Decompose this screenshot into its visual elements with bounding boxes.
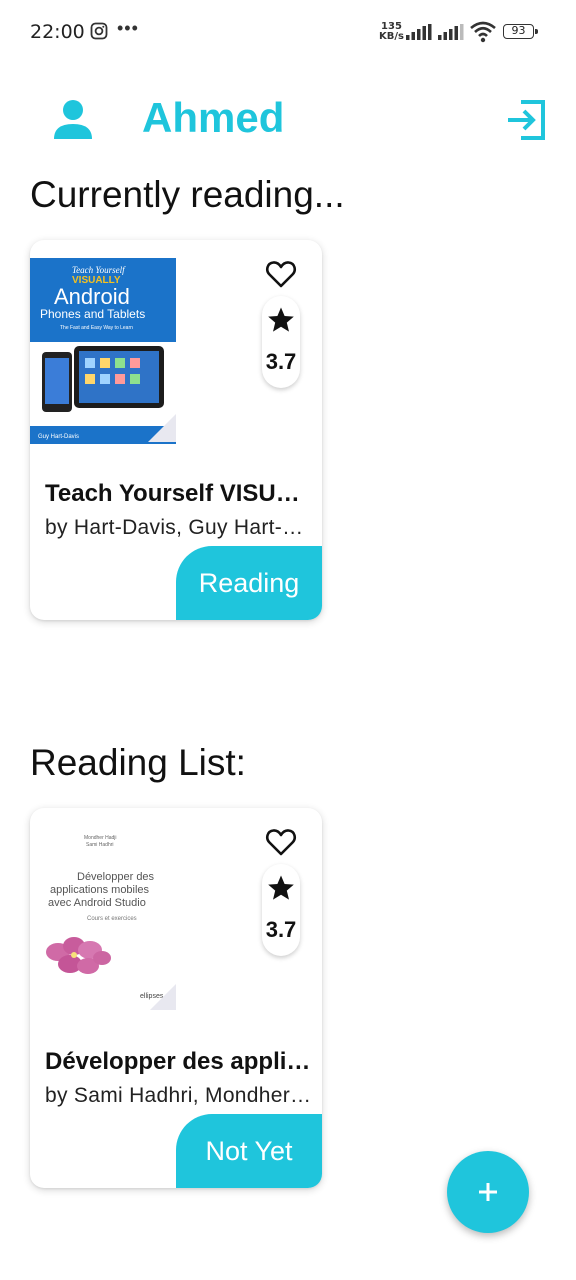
star-icon bbox=[268, 307, 294, 332]
cover-author-1: Mondher Hadji bbox=[84, 835, 117, 841]
book-title: Développer des applications mobiles avec… bbox=[45, 1048, 315, 1075]
star-icon bbox=[268, 875, 294, 900]
plus-icon bbox=[479, 1183, 497, 1201]
book-author: by Hart-Davis, Guy Hart-Davis bbox=[45, 516, 315, 539]
username: Ahmed bbox=[142, 94, 285, 141]
rating-value: 3.7 bbox=[265, 917, 297, 942]
cover-series: Teach Yourself bbox=[72, 265, 126, 275]
cover-publisher: ellipses bbox=[140, 993, 164, 1000]
section-title-currently-reading: Currently reading... bbox=[30, 174, 345, 215]
section-title-reading-list: Reading List: bbox=[30, 742, 246, 783]
add-book-button[interactable] bbox=[447, 1151, 529, 1233]
cover-subtitle: Cours et exercices bbox=[87, 916, 137, 922]
rating-badge: 3.7 bbox=[262, 864, 300, 956]
network-speed-unit: KB/s bbox=[379, 31, 404, 42]
heart-icon[interactable] bbox=[265, 826, 297, 858]
book-card-reading-list[interactable]: Mondher Hadji Sami Hadhri Développer des… bbox=[30, 808, 322, 1188]
instagram-icon bbox=[90, 22, 108, 40]
signal-icon bbox=[438, 24, 464, 40]
more-dots-icon: ••• bbox=[117, 18, 139, 38]
status-bar: 22:00 ••• 135 KB/s 93 bbox=[0, 0, 576, 64]
user-icon[interactable] bbox=[52, 99, 94, 141]
cover-title-1: Android bbox=[54, 284, 130, 309]
cover-author-2: Sami Hadhri bbox=[86, 842, 114, 848]
cover-title-2: Phones and Tablets bbox=[40, 307, 145, 321]
cover-tagline: The Fast and Easy Way to Learn bbox=[60, 325, 133, 331]
rating-value: 3.7 bbox=[265, 349, 297, 374]
book-card-currently-reading[interactable]: Teach Yourself VISUALLY Android Phones a… bbox=[30, 240, 322, 620]
logout-icon[interactable] bbox=[505, 99, 547, 141]
wifi-icon bbox=[470, 21, 496, 43]
cover-title-3: avec Android Studio bbox=[48, 897, 146, 909]
reading-status-button[interactable]: Reading bbox=[176, 546, 322, 620]
cover-author: Guy Hart-Davis bbox=[38, 434, 79, 440]
battery-icon: 93 bbox=[503, 24, 538, 39]
rating-badge: 3.7 bbox=[262, 296, 300, 388]
status-time: 22:00 bbox=[30, 21, 85, 43]
cover-title-2: applications mobiles bbox=[50, 884, 150, 896]
reading-status-button[interactable]: Not Yet bbox=[176, 1114, 322, 1188]
book-title: Teach Yourself VISUALLY Android Phones a… bbox=[45, 480, 315, 507]
book-author: by Sami Hadhri, Mondher Hadji bbox=[45, 1084, 315, 1107]
signal-icon bbox=[406, 24, 432, 40]
book-cover: Teach Yourself VISUALLY Android Phones a… bbox=[30, 258, 176, 444]
heart-icon[interactable] bbox=[265, 258, 297, 290]
battery-level: 93 bbox=[511, 24, 526, 37]
network-speed: 135 KB/s bbox=[379, 22, 404, 42]
cover-title-1: Développer des bbox=[77, 871, 155, 883]
book-cover: Mondher Hadji Sami Hadhri Développer des… bbox=[30, 826, 176, 1012]
